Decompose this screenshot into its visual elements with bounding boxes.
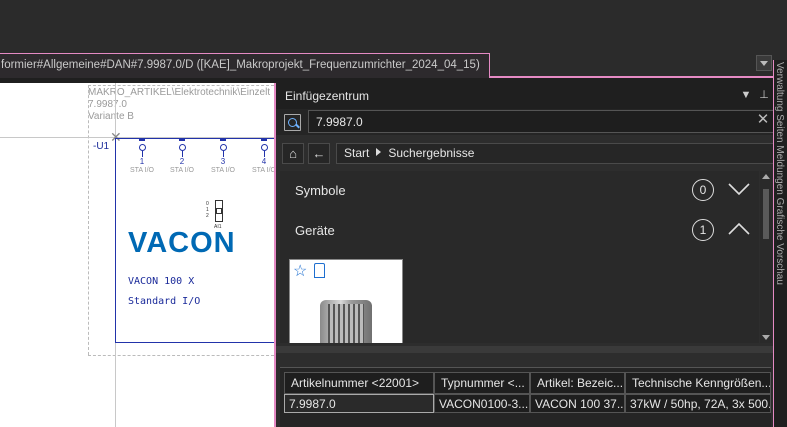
chevron-up-icon[interactable] [728, 222, 750, 236]
side-panel-tabs[interactable]: Verwaltung Seiten Meldungen Grafische Vo… [773, 60, 787, 427]
search-input[interactable] [308, 110, 774, 133]
breadcrumb[interactable]: Start Suchergebnisse [336, 143, 774, 164]
side-panel-tab-labels[interactable]: Verwaltung Seiten Meldungen Grafische Vo… [774, 62, 785, 285]
favorite-star-icon[interactable]: ☆ [293, 261, 307, 281]
category-label: Geräte [295, 223, 335, 238]
analog-input-symbol [215, 200, 223, 222]
scroll-up-icon[interactable] [762, 174, 770, 179]
device-result-card[interactable]: ☆ [289, 259, 403, 343]
category-count-badge: 0 [692, 179, 714, 201]
vacon-logo: VACON [128, 227, 236, 259]
panel-options-icon[interactable]: ▼ [739, 88, 753, 102]
terminal-2[interactable]: 2 STA I/O [167, 138, 197, 175]
column-header-type-number[interactable]: Typnummer <... [434, 372, 530, 394]
scroll-thumb[interactable] [763, 189, 769, 239]
model-line-2: Standard I/O [128, 296, 201, 307]
terminal-4[interactable]: 4 STA I/O [249, 138, 274, 175]
home-button[interactable]: ⌂ [282, 143, 304, 164]
terminal-3[interactable]: 3 STA I/O [208, 138, 238, 175]
device-preview-image [320, 300, 372, 343]
table-cell-article-number[interactable]: 7.9987.0 [284, 394, 434, 413]
panel-splitter[interactable] [276, 346, 773, 353]
scroll-down-icon[interactable] [762, 335, 770, 340]
bookmark-icon[interactable] [314, 263, 325, 278]
breadcrumb-start[interactable]: Start [344, 146, 369, 160]
schematic-canvas[interactable]: MAKRO_ARTIKEL\Elektrotechnik\Einzelt 7.9… [0, 83, 274, 427]
back-button[interactable]: ← [308, 143, 330, 164]
search-icon[interactable] [284, 114, 301, 131]
table-cell-technical-data[interactable]: 37kW / 50hp, 72A, 3x 500... [625, 394, 771, 413]
column-header-technical-data[interactable]: Technische Kenngrößen... [625, 372, 771, 394]
clear-search-icon[interactable]: ✕ [756, 112, 770, 127]
document-tab[interactable]: formier#Allgemeine#DAN#7.9987.0/D ([KAE]… [0, 53, 490, 78]
search-row: ✕ [276, 109, 774, 135]
panel-title: Einfügezentrum [276, 83, 773, 109]
tab-list-dropdown-icon[interactable] [756, 55, 772, 71]
pin-icon[interactable]: ⊥ [757, 88, 771, 102]
navigation-row: ⌂ ← Start Suchergebnisse [276, 140, 774, 166]
category-label: Symbole [295, 183, 346, 198]
insertion-center-panel: Einfügezentrum ▼ ⊥ ✕ ⌂ ← Start Suchergebn… [274, 83, 774, 427]
results-scrollbar[interactable] [760, 171, 772, 343]
column-header-designation[interactable]: Artikel: Bezeic... [530, 372, 625, 394]
table-cell-designation[interactable]: VACON 100 37... [530, 394, 625, 413]
model-line-1: VACON 100 X [128, 276, 195, 287]
chevron-down-icon[interactable] [728, 182, 750, 196]
article-table: Artikelnummer <22001> Typnummer <... Art… [280, 367, 771, 427]
ai-pin-numbers: 012 [206, 201, 209, 219]
variant-label: Variante B [88, 111, 134, 122]
macro-frame-left [88, 85, 89, 355]
top-toolbar-area [0, 0, 787, 51]
breadcrumb-separator-icon [376, 148, 382, 156]
macro-number-label: 7.9987.0 [88, 99, 127, 110]
device-tag: -U1 [93, 141, 110, 152]
category-count-badge: 1 [692, 219, 714, 241]
terminal-1[interactable]: 1 STA I/O [127, 138, 157, 175]
breadcrumb-search-results[interactable]: Suchergebnisse [388, 146, 474, 160]
table-cell-type-number[interactable]: VACON0100-3... [434, 394, 530, 413]
search-results-list: Symbole 0 Geräte 1 ☆ [280, 171, 759, 343]
column-header-article-number[interactable]: Artikelnummer <22001> [284, 372, 434, 394]
category-devices[interactable]: Geräte 1 [280, 211, 759, 249]
category-symbols[interactable]: Symbole 0 [280, 171, 759, 209]
